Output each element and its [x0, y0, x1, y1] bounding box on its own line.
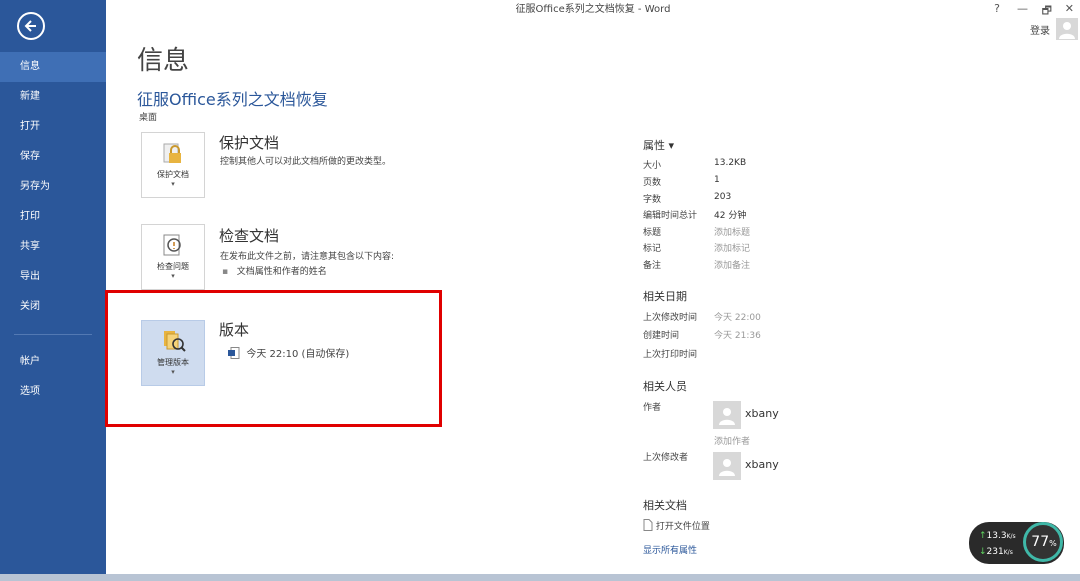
prop-label-comments: 备注 [643, 261, 662, 271]
prop-field-comments[interactable]: 添加备注 [714, 258, 750, 271]
nav-divider [14, 334, 92, 335]
prop-value-edit-time: 42 分钟 [714, 211, 747, 221]
usage-percent: 77% [1031, 534, 1057, 550]
last-modified-name[interactable]: xbany [745, 458, 779, 471]
nav-item-share[interactable]: 共享 [0, 232, 106, 262]
prop-label-edit-time: 编辑时间总计 [643, 211, 698, 221]
highlight-annotation-box [105, 290, 442, 427]
prop-value-size: 13.2KB [714, 158, 747, 168]
prop-label-title: 标题 [643, 228, 662, 238]
nav-item-account[interactable]: 帐户 [0, 347, 106, 377]
prop-value-words: 203 [714, 192, 732, 202]
section-heading-protect: 保护文档 [219, 134, 280, 152]
upload-rate: ↑13.3K/s [979, 531, 1016, 541]
close-button[interactable]: ✕ [1065, 2, 1074, 15]
tile-label: 保护文档 [157, 170, 189, 179]
sign-in-link[interactable]: 登录 [1030, 22, 1050, 37]
person-icon [719, 408, 735, 425]
document-location: 桌面 [139, 113, 158, 123]
inspect-document-icon [163, 234, 181, 256]
date-label-printed: 上次打印时间 [643, 350, 698, 360]
prop-value-pages: 1 [714, 175, 720, 185]
help-button[interactable]: ? [994, 2, 1000, 15]
related-documents-heading: 相关文档 [643, 499, 687, 512]
prop-field-tags[interactable]: 添加标记 [714, 241, 750, 254]
author-avatar [713, 401, 741, 429]
prop-label-words: 字数 [643, 195, 662, 205]
author-name[interactable]: xbany [745, 407, 779, 420]
document-title: 征服Office系列之文档恢复 [137, 90, 328, 109]
nav-item-new[interactable]: 新建 [0, 82, 106, 112]
back-button[interactable] [17, 12, 45, 40]
nav-item-open[interactable]: 打开 [0, 112, 106, 142]
nav-item-close[interactable]: 关闭 [0, 292, 106, 322]
back-arrow-icon [24, 20, 36, 32]
taskbar [0, 574, 1080, 581]
related-dates-heading: 相关日期 [643, 290, 687, 303]
date-label-created: 创建时间 [643, 331, 680, 341]
open-file-location-link[interactable]: 打开文件位置 [643, 519, 710, 532]
backstage-nav: 信息 新建 打开 保存 另存为 打印 共享 导出 关闭 帐户 选项 [0, 52, 106, 407]
section-desc-protect: 控制其他人可以对此文档所做的更改类型。 [220, 157, 392, 167]
section-heading-inspect: 检查文档 [219, 227, 280, 245]
date-label-modified: 上次修改时间 [643, 313, 698, 323]
nav-item-save[interactable]: 保存 [0, 142, 106, 172]
person-icon [1059, 22, 1075, 39]
bullet-list-item: ▪ 文档属性和作者的姓名 [222, 264, 327, 277]
prop-label-tags: 标记 [643, 244, 662, 254]
bullet-text: 文档属性和作者的姓名 [236, 267, 327, 277]
date-value-modified: 今天 22:00 [714, 313, 761, 323]
window-title: 征服Office系列之文档恢复 - Word [515, 4, 671, 15]
page-title: 信息 [137, 46, 190, 76]
section-desc-inspect: 在发布此文件之前，请注意其包含以下内容: [220, 252, 395, 262]
add-author-link[interactable]: 添加作者 [714, 434, 750, 447]
open-file-location-text: 打开文件位置 [655, 522, 710, 532]
nav-item-print[interactable]: 打印 [0, 202, 106, 232]
last-modified-avatar [713, 452, 741, 480]
tile-label: 检查问题 [157, 262, 189, 271]
bullet-icon: ▪ [222, 267, 229, 277]
related-people-heading: 相关人员 [643, 380, 687, 393]
chevron-down-icon: ▾ [171, 180, 175, 188]
prop-label-size: 大小 [643, 161, 662, 171]
chevron-down-icon: ▾ [171, 272, 175, 280]
check-issues-button[interactable]: 检查问题 ▾ [141, 224, 205, 290]
lock-icon [163, 143, 181, 163]
nav-item-info[interactable]: 信息 [0, 52, 106, 82]
protect-document-button[interactable]: 保护文档 ▾ [141, 132, 205, 198]
last-modified-by-label: 上次修改者 [643, 453, 689, 463]
prop-field-title[interactable]: 添加标题 [714, 225, 750, 238]
user-avatar[interactable] [1056, 18, 1078, 40]
person-icon [719, 459, 735, 476]
network-speed-widget[interactable]: ↑13.3K/s ↓231K/s 77% [969, 522, 1064, 564]
date-value-created: 今天 21:36 [714, 331, 761, 341]
show-all-properties-link[interactable]: 显示所有属性 [643, 543, 697, 556]
nav-item-export[interactable]: 导出 [0, 262, 106, 292]
download-rate: ↓231K/s [979, 547, 1013, 557]
minimize-button[interactable]: — [1017, 2, 1028, 15]
nav-item-options[interactable]: 选项 [0, 377, 106, 407]
prop-label-pages: 页数 [643, 178, 662, 188]
restore-button[interactable]: 🗗 [1042, 2, 1052, 21]
backstage-sidebar: 信息 新建 打开 保存 另存为 打印 共享 导出 关闭 帐户 选项 [0, 0, 106, 574]
author-label: 作者 [643, 403, 662, 413]
properties-heading[interactable]: 属性 ▾ [643, 137, 674, 153]
nav-item-save-as[interactable]: 另存为 [0, 172, 106, 202]
document-icon [643, 519, 653, 531]
